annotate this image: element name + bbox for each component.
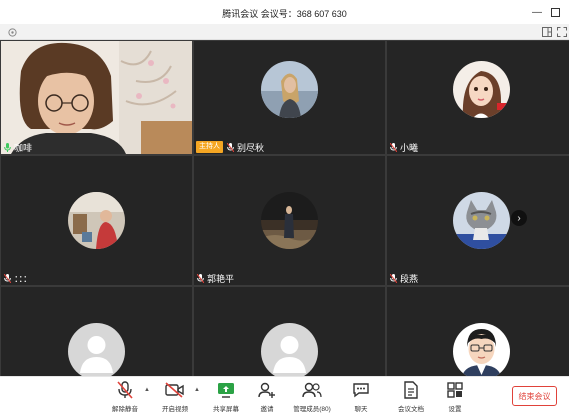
meeting-info-bar [0,24,569,40]
participant-name: 别尽秋 [237,142,265,153]
participant-avatar [261,192,318,249]
mic-off-icon [115,380,135,400]
maximize-icon[interactable] [548,5,562,19]
participant-tile[interactable] [387,287,569,376]
chat-icon [351,380,371,400]
participant-name-tag: ：：： [3,272,32,284]
participant-name-tag: 郭艳平 [196,272,234,284]
meeting-docs-button[interactable]: 会议文档 [386,380,436,414]
invite-label: 邀请 [260,406,274,413]
unmute-label: 解除静音 [112,406,138,413]
participant-avatar [453,61,510,118]
meeting-docs-label: 会议文档 [398,406,424,413]
mic-muted-icon [196,273,205,283]
participant-tile[interactable]: ：：： [1,156,192,285]
participant-name: 郭艳平 [207,273,235,284]
participant-name: 段燕 [400,273,419,284]
end-meeting-button[interactable]: 结束会议 [512,386,557,406]
participant-name-tag: 主持人 别尽秋 [196,141,264,153]
participant-avatar [68,192,125,249]
participant-name-tag: 咖啡 [3,141,32,153]
meeting-toolbar: 解除静音 ▲ 开启视频 ▲ 共享屏幕 邀请 管理成员(80) 聊天 会议文档 设… [0,376,569,415]
mic-muted-icon [389,142,398,152]
participant-name: ：：： [14,273,33,284]
settings-grid-icon [445,380,465,400]
meeting-info-icon[interactable] [6,26,18,38]
manage-members-label: 管理成员(80) [293,406,331,413]
participant-name-tag: 小曦 [389,141,418,153]
participant-tile[interactable]: › 段燕 [387,156,569,285]
participant-name-tag: 段燕 [389,272,418,284]
default-avatar-icon [261,323,318,376]
participant-name: 小曦 [400,142,419,153]
mic-muted-icon [389,273,398,283]
invite-button[interactable]: 邀请 [242,380,292,414]
settings-button[interactable]: 设置 [430,380,480,414]
manage-members-button[interactable]: 管理成员(80) [287,380,337,414]
chat-label: 聊天 [354,406,368,413]
participant-name: 咖啡 [14,142,33,153]
window-title: 腾讯会议 会议号：368 607 630 [222,9,347,19]
members-icon [302,380,322,400]
document-icon [401,380,421,400]
chat-button[interactable]: 聊天 [336,380,386,414]
minimize-icon[interactable]: — [530,5,544,19]
mic-muted-icon [3,273,12,283]
participant-tile[interactable]: 小曦 [387,41,569,154]
share-screen-icon [216,380,236,400]
settings-label: 设置 [448,406,462,413]
chevron-up-icon[interactable]: ▲ [194,387,200,393]
fullscreen-icon[interactable] [556,26,568,38]
mic-on-icon [3,142,12,152]
participant-tile[interactable]: 咖啡 [1,41,192,154]
share-screen-label: 共享屏幕 [213,406,239,413]
default-avatar-icon [68,323,125,376]
start-video-label: 开启视频 [162,406,188,413]
camera-off-icon [165,380,185,400]
participant-avatar [453,323,510,376]
participant-tile[interactable]: 主持人 别尽秋 [194,41,385,154]
next-page-arrow-icon[interactable]: › [511,210,527,226]
start-video-button[interactable]: 开启视频 [150,380,200,414]
participant-video [1,41,192,154]
mic-muted-icon [226,142,235,152]
add-user-icon [257,380,277,400]
video-grid: 咖啡 主持人 别尽秋 小曦 ：：： 郭艳平 › 段燕 [0,40,569,376]
participant-tile[interactable]: 郭艳平 [194,156,385,285]
participant-avatar [261,61,318,118]
host-badge: 主持人 [196,141,223,153]
layout-icon[interactable] [541,26,553,38]
participant-tile[interactable] [1,287,192,376]
participant-avatar [453,192,510,249]
title-bar: 腾讯会议 会议号：368 607 630 — [0,0,569,24]
unmute-button[interactable]: 解除静音 [100,380,150,414]
participant-tile[interactable] [194,287,385,376]
